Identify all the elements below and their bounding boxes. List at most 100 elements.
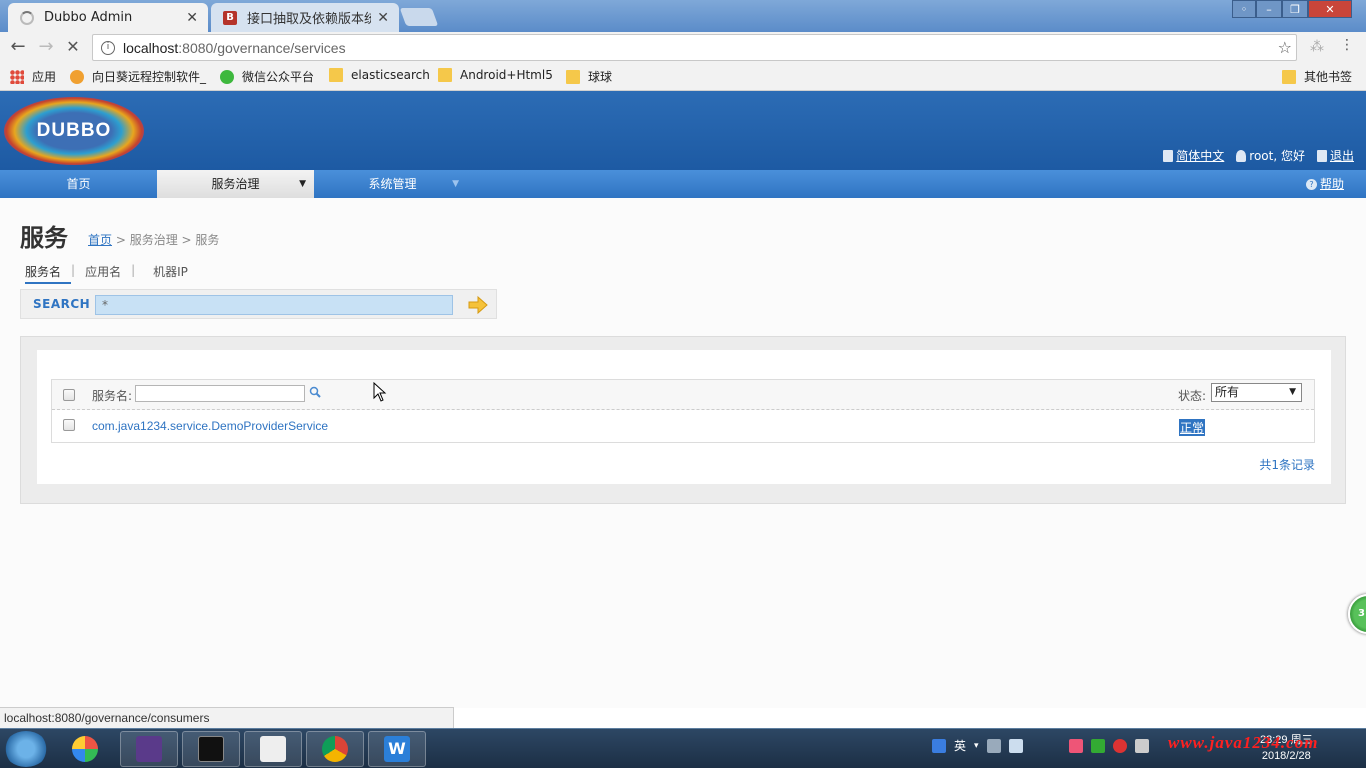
tab-title: 接口抽取及依赖版本统一 bbox=[247, 12, 372, 27]
document-icon bbox=[1163, 149, 1174, 162]
link-status-bar: localhost:8080/governance/consumers bbox=[0, 707, 454, 728]
bookmarks-bar: 应用 向日葵远程控制软件_ 微信公众平台 elasticsearch Andro… bbox=[0, 62, 1366, 91]
wps-icon: W bbox=[384, 736, 410, 762]
browser-tab-bar: Dubbo Admin ✕ B 接口抽取及依赖版本统一 ✕ ◦ – ❐ ✕ bbox=[0, 0, 1366, 32]
services-table: 服务名: 状态: 所有 ▼ com.java1234.service.DemoPr… bbox=[51, 379, 1315, 443]
watermark: www.java1234.com bbox=[1168, 733, 1319, 752]
wechat-icon bbox=[220, 69, 234, 84]
dropdown-caret-icon: ▼ bbox=[452, 179, 459, 189]
forward-button[interactable]: → bbox=[36, 37, 56, 57]
bilibili-favicon-icon: B bbox=[223, 10, 237, 25]
address-bar[interactable]: i localhost:8080/governance/services ☆ bbox=[92, 34, 1297, 61]
site-info-icon[interactable]: i bbox=[101, 40, 115, 55]
bookmark-qiuqiu[interactable]: 球球 bbox=[566, 68, 612, 85]
chevron-down-icon: ▼ bbox=[1289, 387, 1296, 397]
search-go-arrow-icon[interactable] bbox=[467, 295, 489, 315]
minimize-button[interactable]: – bbox=[1256, 0, 1282, 18]
close-tab-icon[interactable]: ✕ bbox=[186, 10, 198, 26]
terminal-icon bbox=[198, 736, 224, 762]
start-button[interactable] bbox=[4, 731, 48, 767]
tab-title: Dubbo Admin bbox=[44, 10, 133, 25]
menu-service-governance[interactable]: 服务治理 ▼ bbox=[157, 170, 314, 198]
shield-icon[interactable] bbox=[1090, 738, 1105, 753]
url-text: localhost:8080/governance/services bbox=[123, 39, 346, 56]
stop-loading-button[interactable]: ✕ bbox=[63, 37, 83, 57]
close-window-button[interactable]: ✕ bbox=[1308, 0, 1352, 18]
volume-icon[interactable] bbox=[1134, 738, 1149, 753]
chrome-icon bbox=[322, 736, 348, 762]
bookmark-android-html5[interactable]: Android+Html5 bbox=[438, 68, 553, 82]
logout-link[interactable]: 退出 bbox=[1316, 147, 1354, 164]
menu-home[interactable]: 首页 bbox=[0, 170, 157, 198]
filter-label: 服务名: bbox=[92, 389, 133, 403]
menu-system-management[interactable]: 系统管理 ▼ bbox=[314, 170, 471, 198]
eclipse-icon bbox=[136, 736, 162, 762]
search-label: SEARCH bbox=[33, 297, 91, 311]
record-count: 共1条记录 bbox=[1259, 458, 1315, 472]
row-checkbox[interactable] bbox=[63, 419, 75, 431]
java-icon bbox=[260, 736, 286, 762]
signal-icon[interactable] bbox=[1008, 738, 1023, 753]
results-panel: 服务名: 状态: 所有 ▼ com.java1234.service.DemoPr… bbox=[20, 336, 1346, 504]
results-inner: 服务名: 状态: 所有 ▼ com.java1234.service.DemoPr… bbox=[37, 350, 1331, 484]
select-all-checkbox[interactable] bbox=[63, 389, 75, 401]
main-menu: 首页 服务治理 ▼ 系统管理 ▼ ? 帮助 bbox=[0, 170, 1366, 198]
app-header: DUBBO 简体中文 root, 您好 退出 bbox=[0, 91, 1366, 170]
app-icon bbox=[72, 736, 98, 762]
folder-icon bbox=[438, 68, 452, 82]
tray-app-icon[interactable] bbox=[1068, 738, 1083, 753]
mouse-cursor-icon bbox=[373, 382, 387, 402]
new-tab-button[interactable] bbox=[399, 8, 439, 26]
folder-icon bbox=[566, 69, 580, 84]
close-tab-icon[interactable]: ✕ bbox=[377, 10, 389, 26]
breadcrumb-home-link[interactable]: 首页 bbox=[88, 233, 112, 247]
tab-interface-extraction[interactable]: B 接口抽取及依赖版本统一 ✕ bbox=[211, 3, 399, 32]
taskbar-chrome[interactable] bbox=[306, 731, 364, 767]
restore-button[interactable]: ❐ bbox=[1282, 0, 1308, 18]
bookmark-elasticsearch[interactable]: elasticsearch bbox=[329, 68, 430, 82]
network-icon[interactable] bbox=[986, 738, 1001, 753]
apps-grid-icon bbox=[10, 69, 24, 84]
user-profile-icon[interactable]: ◦ bbox=[1232, 0, 1256, 18]
status-badge[interactable]: 正常 bbox=[1179, 419, 1206, 436]
browser-menu-icon[interactable]: ⋮ bbox=[1340, 37, 1354, 53]
search-icon[interactable] bbox=[309, 386, 321, 398]
qq-icon[interactable] bbox=[932, 738, 946, 753]
taskbar-java[interactable] bbox=[244, 731, 302, 767]
bookmark-wechat[interactable]: 微信公众平台 bbox=[220, 68, 314, 85]
taskbar-eclipse[interactable] bbox=[120, 731, 178, 767]
main-content: 服务 首页 > 服务治理 > 服务 服务名 | 应用名 | 机器IP SEARC… bbox=[0, 198, 1366, 708]
service-link[interactable]: com.java1234.service.DemoProviderService bbox=[92, 419, 328, 433]
bookmark-star-icon[interactable]: ☆ bbox=[1278, 38, 1292, 57]
tab-machine-ip[interactable]: 机器IP bbox=[145, 263, 198, 284]
user-icon bbox=[1236, 149, 1247, 162]
sunflower-icon bbox=[70, 69, 84, 84]
loading-spinner-icon bbox=[20, 10, 34, 25]
bookmark-sunlogin[interactable]: 向日葵远程控制软件_ bbox=[70, 68, 206, 85]
windows-taskbar: W 英 ▾ 23:29 周三 2018/2/28 bbox=[0, 728, 1366, 768]
table-row: com.java1234.service.DemoProviderService… bbox=[52, 410, 1314, 442]
tab-application-name[interactable]: 应用名 bbox=[85, 263, 131, 284]
language-link[interactable]: 简体中文 bbox=[1163, 147, 1224, 164]
taskbar-cmd[interactable] bbox=[182, 731, 240, 767]
bookmark-other[interactable]: 其他书签 bbox=[1282, 68, 1352, 85]
dubbo-logo: DUBBO bbox=[4, 97, 144, 165]
search-input[interactable]: * bbox=[95, 295, 453, 315]
back-button[interactable]: ← bbox=[8, 37, 28, 57]
service-filter-input[interactable] bbox=[135, 385, 305, 402]
taskbar-app-colorful[interactable] bbox=[56, 731, 114, 767]
help-link[interactable]: ? 帮助 bbox=[1305, 170, 1344, 198]
tab-dubbo-admin[interactable]: Dubbo Admin ✕ bbox=[8, 3, 208, 32]
user-bar: 简体中文 root, 您好 退出 bbox=[1163, 147, 1354, 164]
logout-icon bbox=[1316, 149, 1327, 162]
ime-indicator[interactable]: 英 bbox=[954, 737, 966, 754]
extension-icon[interactable]: ⁂ bbox=[1310, 39, 1324, 55]
bookmark-apps[interactable]: 应用 bbox=[10, 68, 56, 85]
user-greeting: root, 您好 bbox=[1236, 147, 1305, 164]
tab-service-name[interactable]: 服务名 bbox=[25, 263, 72, 284]
status-select[interactable]: 所有 ▼ bbox=[1211, 383, 1302, 402]
breadcrumb: 首页 > 服务治理 > 服务 bbox=[88, 233, 220, 247]
taskbar-wps[interactable]: W bbox=[368, 731, 426, 767]
tray-app-icon[interactable] bbox=[1112, 738, 1127, 753]
system-tray: 英 ▾ bbox=[932, 737, 1149, 754]
